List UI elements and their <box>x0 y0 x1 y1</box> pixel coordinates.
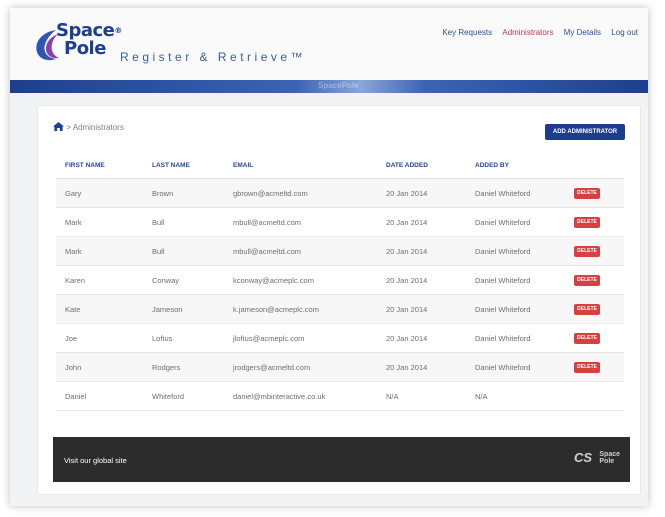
breadcrumb-current: > Administrators <box>66 123 124 132</box>
cell-last-name: Conway <box>143 265 224 295</box>
nav-key-requests[interactable]: Key Requests <box>442 28 492 37</box>
cell-actions: DELETE <box>565 294 624 324</box>
cell-actions: DELETE <box>565 323 624 353</box>
nav-administrators[interactable]: Administrators <box>502 28 553 37</box>
cell-actions: DELETE <box>565 178 624 208</box>
delete-button[interactable]: DELETE <box>574 246 600 257</box>
cell-added-by: Daniel Whiteford <box>466 294 565 324</box>
cell-first-name: Karen <box>56 265 143 295</box>
table-row: Mark Bull mbull@acmeltd.com 20 Jan 2014 Dani… <box>56 236 624 266</box>
cell-first-name: Joe <box>56 323 143 353</box>
cell-first-name: Kate <box>56 294 143 324</box>
cell-email: jloftus@acmeplc.com <box>224 323 377 353</box>
logo-reg: ® <box>114 26 122 35</box>
cell-date-added: 20 Jan 2014 <box>377 236 466 266</box>
spacepole-footer-logo: Space Pole <box>599 451 620 465</box>
breadcrumb: > Administrators <box>53 122 124 132</box>
spacepole-logo[interactable]: Space® Pole <box>34 18 124 70</box>
cell-email: mbull@acmeltd.com <box>224 207 377 237</box>
administrators-table: FIRST NAME LAST NAME EMAIL DATE ADDED AD… <box>56 153 624 411</box>
cell-first-name: Mark <box>56 207 143 237</box>
cell-email: mbull@acmeltd.com <box>224 236 377 266</box>
cell-first-name: Mark <box>56 236 143 266</box>
cell-first-name: Gary <box>56 178 143 208</box>
nav-my-details[interactable]: My Details <box>564 28 601 37</box>
cell-added-by: N/A <box>466 381 565 411</box>
footer-logo-line2: Pole <box>599 458 615 465</box>
col-email[interactable]: EMAIL <box>224 153 377 179</box>
cell-date-added: 20 Jan 2014 <box>377 294 466 324</box>
logo-line2: Pole <box>64 38 106 59</box>
top-nav: Key Requests Administrators My Details L… <box>434 28 638 37</box>
table-row: Joe Loftus jloftus@acmeplc.com 20 Jan 2014 D… <box>56 323 624 353</box>
tagline: Register & Retrieve™ <box>120 50 307 64</box>
table-row: Gary Brown gbrown@acmeltd.com 20 Jan 2014 Da… <box>56 178 624 208</box>
cell-actions: DELETE <box>565 265 624 295</box>
table-row: Mark Bull mbull@acmeltd.com 20 Jan 2014 Dani… <box>56 207 624 237</box>
cell-added-by: Daniel Whiteford <box>466 352 565 382</box>
cell-email: k.jameson@acmeplc.com <box>224 294 377 324</box>
col-last-name[interactable]: LAST NAME <box>143 153 224 179</box>
footer: Visit our global site CS Space Pole <box>53 437 630 482</box>
content-panel: > Administrators ADD ADMINISTRATOR FIRST… <box>37 105 641 495</box>
cell-last-name: Loftus <box>143 323 224 353</box>
page-frame: Space® Pole Register & Retrieve™ Key Req… <box>10 8 648 506</box>
col-added-by[interactable]: ADDED BY <box>466 153 565 179</box>
cell-actions: DELETE <box>565 207 624 237</box>
table-header-row: FIRST NAME LAST NAME EMAIL DATE ADDED AD… <box>56 153 624 179</box>
cell-added-by: Daniel Whiteford <box>466 323 565 353</box>
delete-button[interactable]: DELETE <box>574 362 600 373</box>
global-site-link[interactable]: Visit our global site <box>64 456 127 465</box>
delete-button[interactable]: DELETE <box>574 304 600 315</box>
table-row: Karen Conway kconway@acmeplc.com 20 Jan 201… <box>56 265 624 295</box>
table-row: Daniel Whiteford daniel@mbinteractive.co.u… <box>56 381 624 411</box>
col-date-added[interactable]: DATE ADDED <box>377 153 466 179</box>
cell-date-added: 20 Jan 2014 <box>377 352 466 382</box>
header: Space® Pole Register & Retrieve™ Key Req… <box>10 8 648 80</box>
cell-date-added: 20 Jan 2014 <box>377 323 466 353</box>
col-first-name[interactable]: FIRST NAME <box>56 153 143 179</box>
col-actions <box>565 153 624 179</box>
cell-actions: DELETE <box>565 352 624 382</box>
cell-date-added: N/A <box>377 381 466 411</box>
footer-logo-line1: Space <box>599 451 620 458</box>
cell-last-name: Bull <box>143 207 224 237</box>
cell-email: daniel@mbinteractive.co.uk <box>224 381 377 411</box>
cell-last-name: Rodgers <box>143 352 224 382</box>
delete-button[interactable]: DELETE <box>574 217 600 228</box>
cell-last-name: Whiteford <box>143 381 224 411</box>
table-row: John Rodgers jrodgers@acmeltd.com 20 Jan 20… <box>56 352 624 382</box>
cell-added-by: Daniel Whiteford <box>466 178 565 208</box>
home-icon[interactable] <box>53 122 64 131</box>
cell-last-name: Bull <box>143 236 224 266</box>
cell-actions: DELETE <box>565 236 624 266</box>
cell-added-by: Daniel Whiteford <box>466 236 565 266</box>
add-administrator-button[interactable]: ADD ADMINISTRATOR <box>545 124 625 140</box>
cell-last-name: Brown <box>143 178 224 208</box>
cell-date-added: 20 Jan 2014 <box>377 207 466 237</box>
cell-last-name: Jameson <box>143 294 224 324</box>
nav-log-out[interactable]: Log out <box>611 28 638 37</box>
table-row: Kate Jameson k.jameson@acmeplc.com 20 Jan 2… <box>56 294 624 324</box>
delete-button[interactable]: DELETE <box>574 188 600 199</box>
cell-email: kconway@acmeplc.com <box>224 265 377 295</box>
cell-email: jrodgers@acmeltd.com <box>224 352 377 382</box>
cell-date-added: 20 Jan 2014 <box>377 178 466 208</box>
delete-button[interactable]: DELETE <box>574 333 600 344</box>
header-band: SpacePole <box>10 80 648 93</box>
band-label: SpacePole <box>318 81 359 90</box>
delete-button[interactable]: DELETE <box>574 275 600 286</box>
cell-date-added: 20 Jan 2014 <box>377 265 466 295</box>
cell-first-name: Daniel <box>56 381 143 411</box>
cell-first-name: John <box>56 352 143 382</box>
cs-logo: CS <box>573 450 592 465</box>
cell-added-by: Daniel Whiteford <box>466 265 565 295</box>
logo-wordmark: Space® Pole <box>56 22 122 58</box>
cell-actions <box>565 381 624 411</box>
cell-email: gbrown@acmeltd.com <box>224 178 377 208</box>
cell-added-by: Daniel Whiteford <box>466 207 565 237</box>
